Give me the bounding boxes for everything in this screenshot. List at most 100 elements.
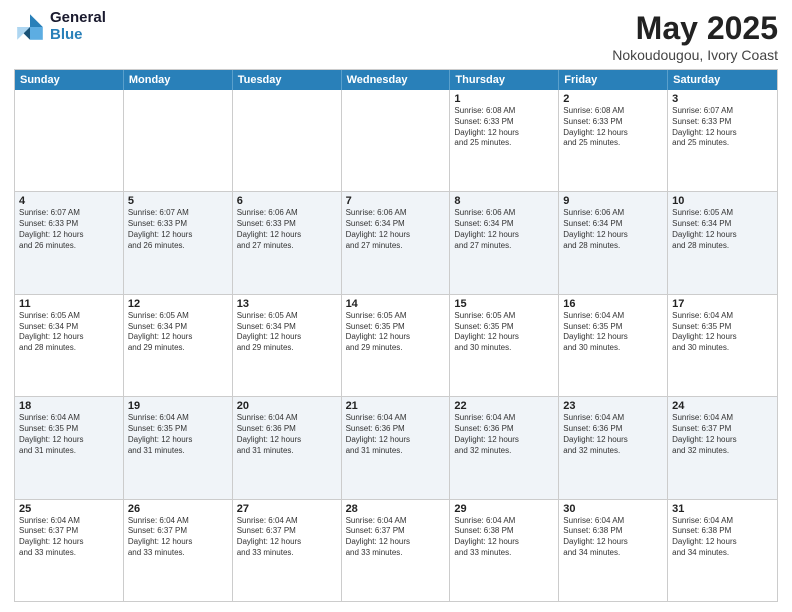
calendar-cell-3-4: 14Sunrise: 6:05 AM Sunset: 6:35 PM Dayli… [342,295,451,396]
day-info: Sunrise: 6:05 AM Sunset: 6:34 PM Dayligh… [672,208,773,251]
day-info: Sunrise: 6:06 AM Sunset: 6:33 PM Dayligh… [237,208,337,251]
day-number: 6 [237,195,337,207]
day-info: Sunrise: 6:07 AM Sunset: 6:33 PM Dayligh… [19,208,119,251]
calendar-cell-1-4 [342,90,451,191]
day-number: 29 [454,503,554,515]
header-day-wednesday: Wednesday [342,70,451,90]
day-number: 2 [563,93,663,105]
calendar-row-3: 11Sunrise: 6:05 AM Sunset: 6:34 PM Dayli… [15,294,777,396]
calendar-cell-3-5: 15Sunrise: 6:05 AM Sunset: 6:35 PM Dayli… [450,295,559,396]
calendar-cell-5-1: 25Sunrise: 6:04 AM Sunset: 6:37 PM Dayli… [15,500,124,601]
calendar-header: SundayMondayTuesdayWednesdayThursdayFrid… [15,70,777,90]
day-info: Sunrise: 6:05 AM Sunset: 6:34 PM Dayligh… [128,311,228,354]
day-info: Sunrise: 6:05 AM Sunset: 6:35 PM Dayligh… [454,311,554,354]
calendar-cell-1-1 [15,90,124,191]
day-number: 30 [563,503,663,515]
calendar-cell-2-7: 10Sunrise: 6:05 AM Sunset: 6:34 PM Dayli… [668,192,777,293]
day-number: 4 [19,195,119,207]
day-info: Sunrise: 6:04 AM Sunset: 6:35 PM Dayligh… [563,311,663,354]
calendar-cell-2-5: 8Sunrise: 6:06 AM Sunset: 6:34 PM Daylig… [450,192,559,293]
calendar-row-2: 4Sunrise: 6:07 AM Sunset: 6:33 PM Daylig… [15,191,777,293]
day-info: Sunrise: 6:04 AM Sunset: 6:36 PM Dayligh… [237,413,337,456]
logo-icon [14,11,46,43]
day-info: Sunrise: 6:08 AM Sunset: 6:33 PM Dayligh… [563,106,663,149]
day-number: 25 [19,503,119,515]
logo-line2: Blue [50,27,106,44]
day-number: 17 [672,298,773,310]
calendar-cell-4-3: 20Sunrise: 6:04 AM Sunset: 6:36 PM Dayli… [233,397,342,498]
day-info: Sunrise: 6:04 AM Sunset: 6:38 PM Dayligh… [672,516,773,559]
day-number: 27 [237,503,337,515]
header-day-saturday: Saturday [668,70,777,90]
calendar-cell-5-3: 27Sunrise: 6:04 AM Sunset: 6:37 PM Dayli… [233,500,342,601]
day-number: 16 [563,298,663,310]
calendar-row-4: 18Sunrise: 6:04 AM Sunset: 6:35 PM Dayli… [15,396,777,498]
logo: General Blue [14,10,106,43]
calendar-body: 1Sunrise: 6:08 AM Sunset: 6:33 PM Daylig… [15,90,777,601]
calendar-cell-1-3 [233,90,342,191]
header-day-thursday: Thursday [450,70,559,90]
day-info: Sunrise: 6:04 AM Sunset: 6:36 PM Dayligh… [563,413,663,456]
calendar-cell-1-5: 1Sunrise: 6:08 AM Sunset: 6:33 PM Daylig… [450,90,559,191]
day-info: Sunrise: 6:04 AM Sunset: 6:37 PM Dayligh… [346,516,446,559]
day-number: 31 [672,503,773,515]
header-day-sunday: Sunday [15,70,124,90]
calendar-cell-3-3: 13Sunrise: 6:05 AM Sunset: 6:34 PM Dayli… [233,295,342,396]
calendar-cell-5-5: 29Sunrise: 6:04 AM Sunset: 6:38 PM Dayli… [450,500,559,601]
header: General Blue May 2025 Nokoudougou, Ivory… [14,10,778,63]
day-info: Sunrise: 6:08 AM Sunset: 6:33 PM Dayligh… [454,106,554,149]
day-number: 19 [128,400,228,412]
title-block: May 2025 Nokoudougou, Ivory Coast [612,10,778,63]
day-number: 5 [128,195,228,207]
calendar-cell-4-7: 24Sunrise: 6:04 AM Sunset: 6:37 PM Dayli… [668,397,777,498]
calendar-cell-2-2: 5Sunrise: 6:07 AM Sunset: 6:33 PM Daylig… [124,192,233,293]
calendar-cell-4-5: 22Sunrise: 6:04 AM Sunset: 6:36 PM Dayli… [450,397,559,498]
calendar-cell-5-7: 31Sunrise: 6:04 AM Sunset: 6:38 PM Dayli… [668,500,777,601]
calendar-cell-2-1: 4Sunrise: 6:07 AM Sunset: 6:33 PM Daylig… [15,192,124,293]
calendar-cell-3-6: 16Sunrise: 6:04 AM Sunset: 6:35 PM Dayli… [559,295,668,396]
day-info: Sunrise: 6:07 AM Sunset: 6:33 PM Dayligh… [672,106,773,149]
calendar-cell-1-6: 2Sunrise: 6:08 AM Sunset: 6:33 PM Daylig… [559,90,668,191]
day-info: Sunrise: 6:04 AM Sunset: 6:37 PM Dayligh… [19,516,119,559]
calendar-cell-2-3: 6Sunrise: 6:06 AM Sunset: 6:33 PM Daylig… [233,192,342,293]
calendar: SundayMondayTuesdayWednesdayThursdayFrid… [14,69,778,602]
calendar-row-1: 1Sunrise: 6:08 AM Sunset: 6:33 PM Daylig… [15,90,777,191]
day-number: 3 [672,93,773,105]
calendar-cell-4-6: 23Sunrise: 6:04 AM Sunset: 6:36 PM Dayli… [559,397,668,498]
page: General Blue May 2025 Nokoudougou, Ivory… [0,0,792,612]
day-info: Sunrise: 6:04 AM Sunset: 6:36 PM Dayligh… [346,413,446,456]
calendar-cell-4-1: 18Sunrise: 6:04 AM Sunset: 6:35 PM Dayli… [15,397,124,498]
calendar-cell-1-7: 3Sunrise: 6:07 AM Sunset: 6:33 PM Daylig… [668,90,777,191]
header-day-friday: Friday [559,70,668,90]
day-number: 15 [454,298,554,310]
day-info: Sunrise: 6:05 AM Sunset: 6:34 PM Dayligh… [19,311,119,354]
day-info: Sunrise: 6:04 AM Sunset: 6:37 PM Dayligh… [237,516,337,559]
day-info: Sunrise: 6:04 AM Sunset: 6:35 PM Dayligh… [128,413,228,456]
day-number: 10 [672,195,773,207]
day-info: Sunrise: 6:04 AM Sunset: 6:35 PM Dayligh… [672,311,773,354]
day-info: Sunrise: 6:06 AM Sunset: 6:34 PM Dayligh… [454,208,554,251]
day-number: 28 [346,503,446,515]
calendar-cell-4-2: 19Sunrise: 6:04 AM Sunset: 6:35 PM Dayli… [124,397,233,498]
calendar-cell-2-6: 9Sunrise: 6:06 AM Sunset: 6:34 PM Daylig… [559,192,668,293]
calendar-row-5: 25Sunrise: 6:04 AM Sunset: 6:37 PM Dayli… [15,499,777,601]
day-info: Sunrise: 6:04 AM Sunset: 6:37 PM Dayligh… [128,516,228,559]
calendar-cell-5-6: 30Sunrise: 6:04 AM Sunset: 6:38 PM Dayli… [559,500,668,601]
day-info: Sunrise: 6:04 AM Sunset: 6:38 PM Dayligh… [454,516,554,559]
day-number: 14 [346,298,446,310]
day-number: 26 [128,503,228,515]
main-title: May 2025 [612,10,778,47]
day-info: Sunrise: 6:04 AM Sunset: 6:35 PM Dayligh… [19,413,119,456]
day-number: 22 [454,400,554,412]
subtitle: Nokoudougou, Ivory Coast [612,47,778,63]
day-info: Sunrise: 6:04 AM Sunset: 6:36 PM Dayligh… [454,413,554,456]
header-day-monday: Monday [124,70,233,90]
day-number: 18 [19,400,119,412]
calendar-cell-5-2: 26Sunrise: 6:04 AM Sunset: 6:37 PM Dayli… [124,500,233,601]
calendar-cell-1-2 [124,90,233,191]
day-number: 11 [19,298,119,310]
day-number: 24 [672,400,773,412]
day-info: Sunrise: 6:06 AM Sunset: 6:34 PM Dayligh… [563,208,663,251]
day-number: 7 [346,195,446,207]
calendar-cell-2-4: 7Sunrise: 6:06 AM Sunset: 6:34 PM Daylig… [342,192,451,293]
